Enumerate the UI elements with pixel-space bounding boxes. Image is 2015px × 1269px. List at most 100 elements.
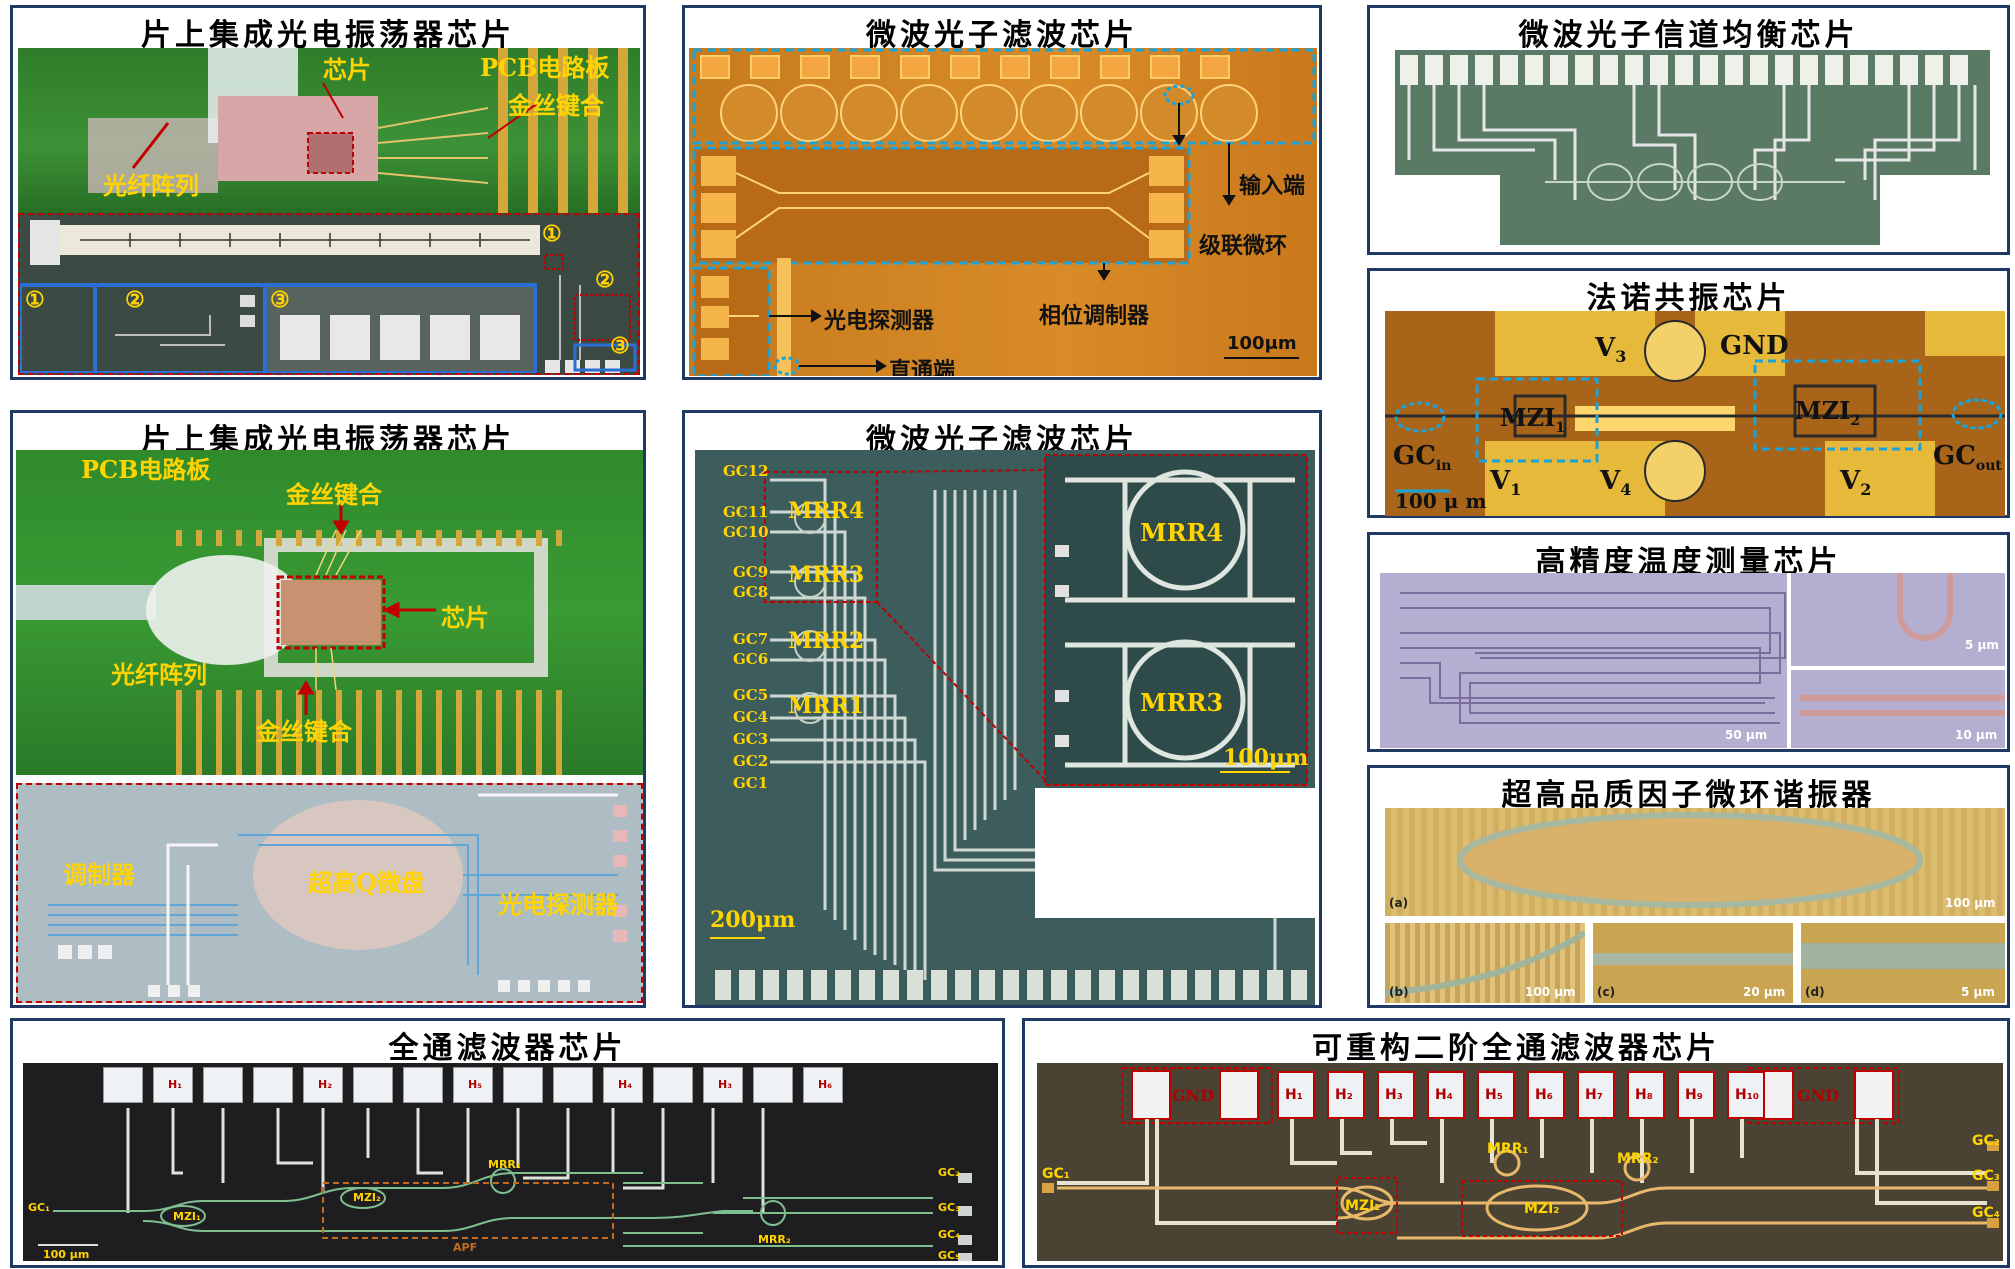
photodetector-label: 光电探测器 (824, 309, 935, 334)
marker-2-right: ② (595, 267, 615, 293)
fiber-array-label: 光纤阵列 (103, 171, 199, 200)
mrr1-label: MRR₁ (488, 1158, 521, 1171)
high-q-disk-label: 超高Q微盘 (308, 868, 425, 897)
panel-title: 微波光子信道均衡芯片 (1518, 18, 1859, 53)
equalizer-drawing (1395, 50, 1990, 245)
chip-micrograph: 输入端 级联微环 光电探测器 相位调制器 直通端 100μm (689, 48, 1317, 376)
resonator-image-a: (a) 100 μm (1385, 808, 2005, 916)
gc9-label: GC9 (733, 563, 769, 581)
mzi1-sub: 1 (1555, 419, 1566, 436)
marker-3: ③ (270, 287, 290, 313)
heater-pad (103, 1067, 143, 1103)
v2-main: V (1840, 466, 1861, 496)
v1-sub: 1 (1510, 480, 1522, 500)
panel-reconfigurable-apf-chip: 可重构二阶全通滤波器芯片 H₁ H₂ H₃ H₄ H₅ H₆ H₇ H₈ H₉ H₁₀ GN (1022, 1018, 2010, 1268)
heater-pad (503, 1067, 543, 1103)
gnd-right-label: GND (1797, 1086, 1840, 1105)
resonator-image-c: (c) 20 μm (1593, 923, 1793, 1003)
mzi2-label: MZI₂ (353, 1191, 381, 1204)
mrr3-label: MRR3 (788, 562, 865, 588)
heater-pad (553, 1067, 593, 1103)
zoom-box: ① ② ③ ① ② ③ (18, 213, 640, 375)
heater-label: H₄ (1435, 1087, 1453, 1103)
marker-1-top: ① (542, 221, 562, 247)
temperature-micrograph: 5 μm 50 μm 10 μm (1380, 573, 2005, 748)
temperature-drawing (1400, 573, 2005, 748)
heater-pad: H₄ (603, 1067, 643, 1103)
panel-equalizer-chip: 微波光子信道均衡芯片 (1367, 5, 2010, 255)
heater-label: H₄ (618, 1078, 633, 1091)
panel-temperature-chip: 高精度温度测量芯片 5 μm 50 μm 10 μm (1367, 532, 2010, 752)
heater-pad (203, 1067, 243, 1103)
scale-label: 100 μ m (1395, 489, 1487, 513)
heater-label: H₃ (1385, 1087, 1403, 1103)
heater-pad: H₁ (153, 1067, 193, 1103)
heater-label: H₂ (1335, 1087, 1353, 1103)
apf-micrograph: H₁ H₂ H₅ H₄ H₃ H₆ GC₁ GC₂ GC₃ GC₄ GC₅ MZI₁ MZ… (23, 1063, 998, 1261)
heater-pad: H₇ (1577, 1071, 1615, 1119)
scale-50um: 50 μm (1725, 728, 1768, 742)
scale-label: 200μm (710, 907, 796, 933)
v2-sub: 2 (1860, 480, 1872, 500)
scale-5um: 5 μm (1965, 638, 1999, 652)
gc2-label: GC₂ (938, 1166, 960, 1179)
heater-pad: H₁ (1277, 1071, 1315, 1119)
panel-fano-chip: 法诺共振芯片 V3 GND MZI1 MZI2 GCin GCout V1 V4… (1367, 268, 2010, 518)
panel-title: 全通滤波器芯片 (388, 1031, 627, 1066)
resonator-image-b: (b) 100 μm (1385, 923, 1585, 1003)
gnd-left-label: GND (1172, 1086, 1215, 1105)
heater-label: H₅ (1485, 1087, 1503, 1103)
cascaded-ring-label: 级联微环 (1199, 234, 1288, 259)
heater-pad: H₂ (303, 1067, 343, 1103)
mzi2-sub: 2 (1850, 412, 1861, 429)
marker-2: ② (125, 287, 145, 313)
scale-bar-label: 100μm (1227, 333, 1297, 354)
gold-wire-top-label: 金丝键合 (286, 480, 382, 509)
panel-mwp-filter-chip-1: 微波光子滤波芯片 输入端 级联微环 光电探测器 相位调制器 直通端 100μm (682, 5, 1322, 380)
v2-label: V2 (1840, 466, 1871, 499)
panel-oeo-chip-2: 片上集成光电振荡器芯片 PCB电路板 金丝键合 芯片 光纤阵列 金丝键合 调制器… (10, 410, 646, 1008)
heater-label: H₃ (718, 1078, 733, 1091)
heater-label: H₉ (1685, 1087, 1703, 1103)
panel-title: 可重构二阶全通滤波器芯片 (1312, 1031, 1720, 1066)
scale-c: 20 μm (1743, 985, 1786, 999)
pcb-label: PCB电路板 (81, 455, 211, 484)
marker-1: ① (25, 287, 45, 313)
marker-3-right: ③ (610, 333, 630, 359)
v4-sub: 4 (1620, 480, 1632, 500)
gc3-label: GC₃ (938, 1201, 960, 1214)
zoom-mrr4-label: MRR4 (1140, 518, 1224, 547)
scale-b: 100 μm (1525, 985, 1576, 999)
gc10-label: GC10 (723, 523, 769, 541)
mrr1-label: MRR1 (788, 693, 865, 719)
chip-label: 芯片 (323, 55, 371, 84)
heater-pad: H₂ (1327, 1071, 1365, 1119)
panel-all-pass-filter-chip: 全通滤波器芯片 H₁ H₂ H₅ H₄ H₃ H₆ GC₁ GC₂ GC₃ GC₄ (10, 1018, 1005, 1268)
v1-main: V (1490, 466, 1511, 496)
zoom-box: 调制器 超高Q微盘 光电探测器 (16, 783, 643, 1003)
gc11-label: GC11 (723, 503, 769, 521)
mzi2-label: MZI2 (1795, 396, 1860, 429)
gc4-label: GC4 (733, 708, 769, 726)
gc-in-main: GC (1393, 441, 1436, 471)
panel-high-q-resonator: 超高品质因子微环谐振器 (a) 100 μm (b) 100 μm (c) 20… (1367, 765, 2010, 1008)
zoom-mrr3-label: MRR3 (1140, 688, 1224, 717)
apf-label: APF (453, 1241, 478, 1254)
fano-micrograph: V3 GND MZI1 MZI2 GCin GCout V1 V4 V2 100… (1385, 311, 2005, 516)
scale-label: 100 μm (43, 1248, 90, 1261)
heater-label: H₅ (468, 1078, 483, 1091)
mzi1-label: MZI₁ (1345, 1198, 1381, 1214)
mrr2-label: MRR₂ (758, 1233, 791, 1246)
heater-pad (653, 1067, 693, 1103)
label-a: (a) (1389, 896, 1409, 910)
heater-label: H₈ (1635, 1087, 1653, 1103)
heater-pad: H₃ (1377, 1071, 1415, 1119)
heater-label: H₁₀ (1735, 1087, 1759, 1103)
gc6-label: GC6 (733, 650, 769, 668)
chip-label: 芯片 (441, 603, 489, 632)
gc3-label: GC3 (733, 730, 769, 748)
v1-label: V1 (1490, 466, 1521, 499)
phase-modulator-label: 相位调制器 (1039, 304, 1150, 329)
heater-label: H₆ (1535, 1087, 1553, 1103)
equalizer-micrograph (1395, 50, 1990, 250)
